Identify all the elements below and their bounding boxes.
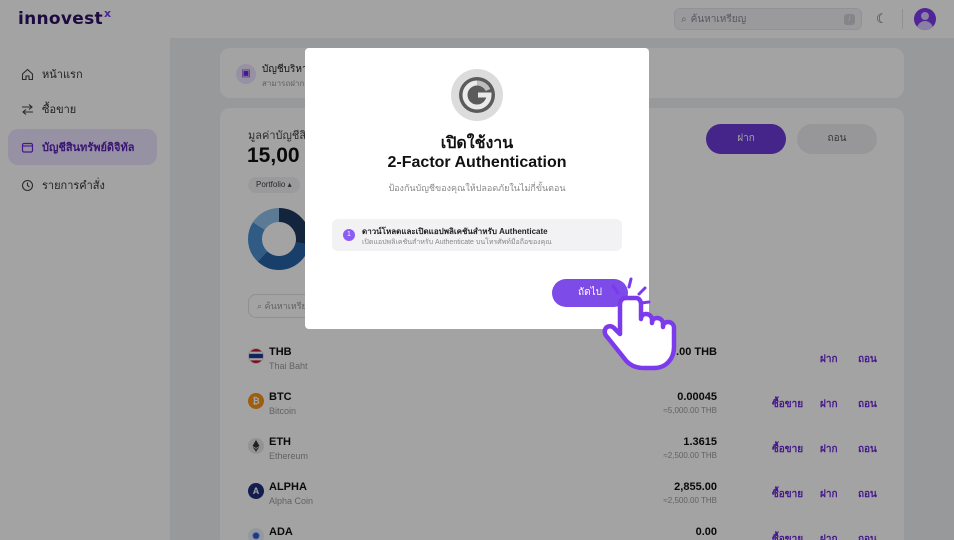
google-authenticator-icon — [451, 69, 503, 121]
modal-subtitle: ป้องกันบัญชีของคุณให้ปลอดภัยในไม่กี่ขั้น… — [388, 183, 566, 193]
modal-title-2fa: 2-Factor Authentication — [387, 154, 567, 171]
step-number-badge: 1 — [343, 229, 355, 241]
step-card: 1 ดาวน์โหลดและเปิดแอปพลิเคชันสำหรับ Auth… — [332, 219, 622, 251]
modal-title: เปิดใช้งาน — [440, 135, 514, 152]
step-description: เปิดแอปพลิเคชันสำหรับ Authenticate บนโทร… — [362, 239, 552, 246]
tap-hand-pointer-icon — [602, 277, 677, 371]
